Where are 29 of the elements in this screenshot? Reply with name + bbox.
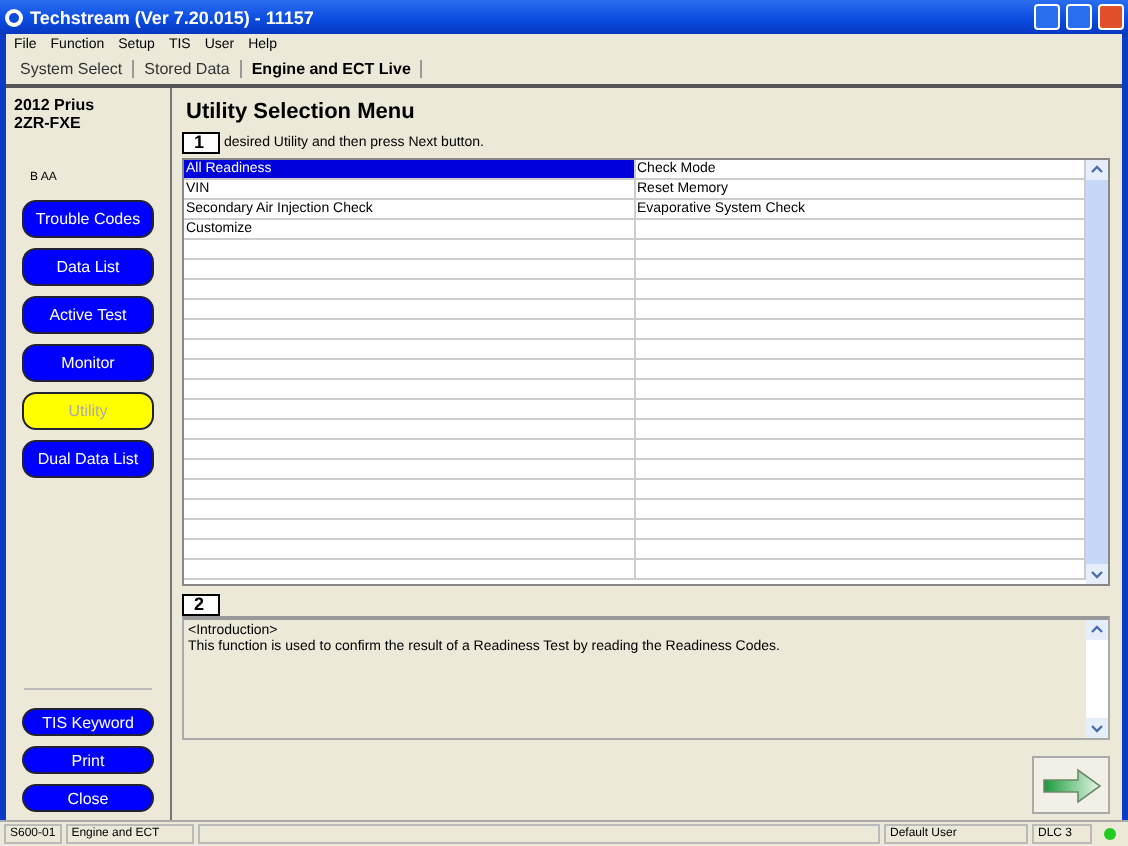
sidebar-button[interactable]: Data List [22,248,154,286]
sidebar-button[interactable]: Dual Data List [22,440,154,478]
page-title: Utility Selection Menu [186,100,417,124]
sidebar-button[interactable]: Print [22,746,154,774]
maximize-button[interactable] [1066,4,1092,30]
scroll-up-icon[interactable] [1086,620,1108,640]
tab[interactable]: Engine and ECT Live [241,60,423,78]
sidebar-button[interactable]: Monitor [22,344,154,382]
sidebar-button[interactable]: Active Test [22,296,154,334]
engine-code: 2ZR-FXE [12,114,81,132]
callout-badge: 2 [182,594,220,616]
right-arrow-icon [1041,767,1101,803]
sidebar-button[interactable]: TIS Keyword [22,708,154,736]
vehicle-model: 2012 Prius [12,96,95,114]
tab[interactable]: Stored Data [134,60,242,78]
sidebar-button[interactable]: Close [22,784,154,812]
scroll-down-icon[interactable] [1086,564,1108,584]
next-button[interactable] [1032,756,1110,814]
app-logo-icon [4,7,24,27]
callout-badge: 1 [182,132,220,154]
sidebar-button[interactable]: Trouble Codes [22,200,154,238]
window-title: Techstream (Ver 7.20.015) - 11157 [30,7,316,27]
scroll-down-icon[interactable] [1086,718,1108,738]
tab[interactable]: System Select [10,60,135,78]
scrollbar[interactable] [1086,620,1108,738]
close-button[interactable] [1098,4,1124,30]
scroll-up-icon[interactable] [1086,160,1108,180]
scrollbar[interactable] [1086,160,1108,584]
minimize-button[interactable] [1034,4,1060,30]
